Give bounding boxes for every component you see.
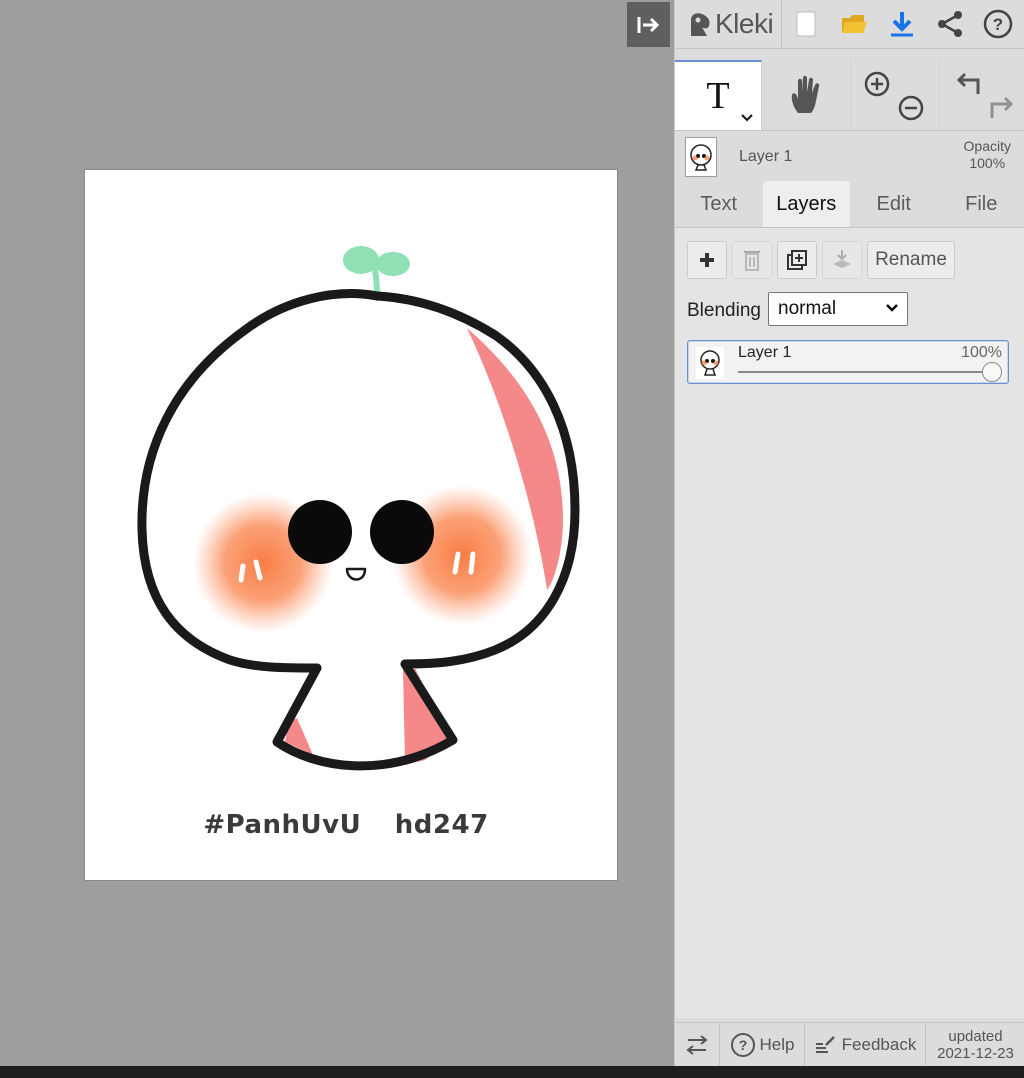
redo-icon[interactable] [988, 94, 1016, 122]
chevron-down-icon [886, 304, 898, 312]
layer-thumbnail [696, 347, 724, 379]
text-tool-glyph: T [706, 75, 730, 117]
rename-layer-button[interactable]: Rename [867, 241, 955, 279]
canvas-workspace[interactable]: #PanhUvU hd247 [0, 0, 674, 1066]
logo-text: Kleki [715, 8, 774, 39]
feedback-button[interactable]: Feedback [805, 1023, 926, 1067]
delete-layer-button[interactable] [732, 241, 772, 279]
updated-info: updated 2021-12-23 [926, 1023, 1024, 1067]
mouth [345, 567, 367, 581]
tool-row: T [675, 60, 1024, 131]
bottom-strip [0, 1066, 1024, 1078]
canvas-artwork [137, 246, 580, 771]
updated-date: 2021-12-23 [937, 1045, 1014, 1062]
layer-preview-thumbnail [685, 137, 717, 177]
help-icon: ? [730, 1033, 755, 1057]
share-icon [938, 11, 963, 37]
footer-bar: ? Help Feedback updated 2021-12-23 [675, 1022, 1024, 1067]
layer-opacity-slider[interactable] [738, 371, 992, 373]
delete-layer-icon [744, 251, 760, 271]
tab-text[interactable]: Text [675, 181, 763, 227]
updated-label: updated [948, 1028, 1003, 1045]
new-image-icon [796, 11, 816, 37]
blending-value: normal [778, 298, 837, 319]
swap-side-button[interactable] [675, 1023, 720, 1067]
zoom-in-icon[interactable] [863, 70, 891, 98]
layer-preview-name: Layer 1 [739, 148, 793, 165]
merge-layer-icon [833, 250, 851, 268]
feedback-label: Feedback [841, 1035, 917, 1054]
layers-panel: Rename Blending normal Layer 1 100% [675, 228, 1024, 1018]
chevron-down-icon[interactable] [741, 114, 753, 122]
sidebar: Kleki ? T Layer 1 Opacity 100% Text Laye… [674, 0, 1024, 1067]
download-button[interactable] [878, 0, 926, 48]
duplicate-layer-icon [787, 250, 807, 270]
undo-icon[interactable] [954, 70, 982, 98]
swap-side-icon [686, 1035, 708, 1055]
open-image-button[interactable] [830, 0, 878, 48]
history-controls [940, 60, 1024, 130]
collapse-icon [637, 16, 659, 33]
blending-label: Blending [687, 300, 761, 321]
canvas-signature: #PanhUvU hd247 [203, 810, 489, 840]
top-toolbar: Kleki ? [675, 0, 1024, 49]
tab-edit[interactable]: Edit [850, 181, 938, 227]
tab-bar: Text Layers Edit File [675, 181, 1024, 228]
kleki-logo[interactable]: Kleki [675, 0, 783, 48]
hand-icon [791, 75, 820, 113]
open-folder-icon [842, 15, 868, 33]
layer-opacity-slider-handle[interactable] [982, 362, 1002, 382]
help-icon: ? [983, 9, 1013, 39]
hand-tool-button[interactable] [762, 60, 851, 130]
layer-list-item[interactable]: Layer 1 100% [687, 340, 1009, 384]
head-outline [137, 289, 580, 673]
add-layer-icon [700, 253, 714, 267]
share-button[interactable] [926, 0, 974, 48]
new-image-button[interactable] [782, 0, 830, 48]
zoom-controls [851, 60, 940, 130]
feedback-icon [815, 1036, 835, 1053]
layer-preview[interactable]: Layer 1 Opacity 100% [675, 131, 1024, 179]
tab-layers[interactable]: Layers [762, 181, 850, 227]
right-eye [370, 500, 434, 564]
layer-opacity-value: 100% [961, 344, 1002, 361]
svg-text:?: ? [738, 1037, 747, 1053]
help-label: Help [759, 1035, 795, 1054]
merge-layer-button[interactable] [822, 241, 862, 279]
duplicate-layer-button[interactable] [777, 241, 817, 279]
rename-label: Rename [875, 249, 947, 270]
drawing-canvas[interactable]: #PanhUvU hd247 [85, 170, 617, 880]
blending-select[interactable]: normal [768, 292, 908, 326]
tab-file[interactable]: File [938, 181, 1024, 227]
svg-text:?: ? [993, 15, 1003, 34]
collapse-sidebar-button[interactable] [627, 2, 670, 47]
layer-name: Layer 1 [738, 344, 792, 361]
zoom-out-icon[interactable] [897, 94, 925, 122]
download-icon [891, 12, 914, 37]
left-eye [288, 500, 352, 564]
kleki-logo-icon [691, 13, 710, 36]
layer-preview-opacity: Opacity 100% [963, 138, 1011, 171]
text-tool-button[interactable]: T [675, 60, 762, 130]
add-layer-button[interactable] [687, 241, 727, 279]
help-button[interactable]: ? [974, 0, 1022, 48]
help-footer-button[interactable]: ? Help [720, 1023, 805, 1067]
